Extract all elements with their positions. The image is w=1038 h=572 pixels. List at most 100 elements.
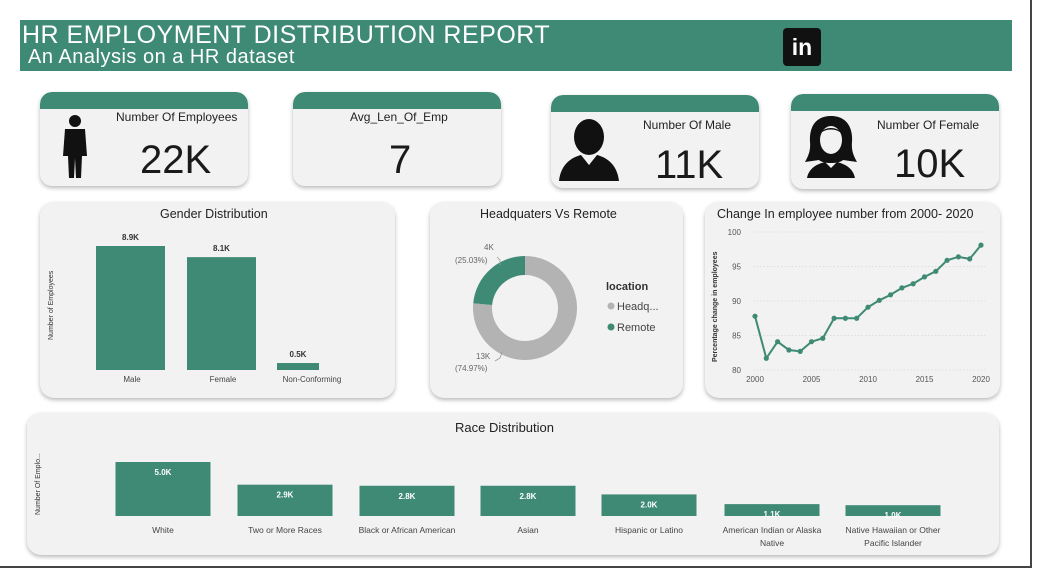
kpi-card-male: Number Of Male 11K (551, 95, 759, 188)
data-label: 8.1K (213, 244, 230, 253)
legend-marker (607, 302, 615, 310)
data-point[interactable] (876, 297, 882, 303)
y-axis-label: Number of Employees (48, 270, 55, 340)
data-point[interactable] (967, 256, 973, 262)
x-tick-label: 2020 (972, 375, 990, 384)
data-point[interactable] (808, 339, 815, 345)
legend-item-headquarters[interactable]: Headq... (617, 301, 659, 313)
data-point[interactable] (910, 281, 916, 287)
kpi-value: 11K (655, 143, 724, 187)
data-label: 2.8K (520, 492, 537, 501)
x-tick-label: 2015 (916, 375, 934, 384)
data-point[interactable] (955, 254, 961, 260)
data-label: 5.0K (155, 468, 172, 477)
data-point[interactable] (842, 315, 848, 321)
employee-trend-line-chart: Percentage change in employees 80 85 90 95 1… (712, 228, 990, 384)
data-point[interactable] (752, 313, 758, 319)
card-accent-bar (293, 92, 501, 109)
person-standing-icon (63, 115, 87, 178)
card-accent-bar (551, 95, 759, 112)
kpi-value: 10K (894, 142, 966, 186)
kpi-label: Avg_Len_Of_Emp (350, 110, 448, 124)
category-label: American Indian or Alaska (723, 525, 822, 535)
x-tick-label: 2005 (803, 375, 821, 384)
y-tick-label: 85 (732, 332, 741, 341)
data-label: 1.0K (885, 511, 902, 520)
data-label: 1.1K (764, 510, 781, 519)
data-point[interactable] (888, 292, 894, 298)
hq-remote-donut-chart: 4K (25.03%) 13K (74.97%) location Headq.… (455, 243, 659, 373)
y-tick-label: 100 (728, 228, 742, 237)
hq-value-label: 13K (476, 352, 491, 361)
kpi-label: Number Of Employees (116, 110, 238, 124)
report-subtitle: An Analysis on a HR dataset (28, 46, 295, 68)
kpi-value: 22K (140, 138, 212, 182)
category-label: Asian (517, 525, 539, 535)
gender-bar-chart: Number of Employees 8.9K Male 8.1K Female 0.… (48, 233, 342, 384)
bar[interactable] (237, 484, 333, 516)
category-label: Non-Conforming (283, 375, 342, 384)
y-tick-label: 95 (732, 263, 741, 272)
linkedin-icon[interactable]: in (783, 28, 821, 66)
data-label: 8.9K (122, 233, 139, 242)
data-label: 0.5K (290, 350, 307, 359)
hq-vs-remote-panel: Headquaters Vs Remote 4K (25.03%) 13K (7… (430, 202, 683, 398)
data-label: 2.0K (641, 500, 658, 509)
x-tick-label: 2000 (746, 375, 764, 384)
female-avatar-icon (805, 116, 857, 178)
category-label: Female (210, 375, 237, 384)
legend-item-remote[interactable]: Remote (617, 322, 656, 334)
category-label: Pacific Islander (864, 538, 922, 548)
bar[interactable] (359, 485, 455, 516)
kpi-card-employees: Number Of Employees 22K (40, 92, 248, 186)
data-point[interactable] (797, 348, 803, 354)
bar[interactable] (96, 246, 165, 370)
y-tick-label: 90 (732, 297, 741, 306)
data-point[interactable] (921, 274, 928, 280)
report-header: HR EMPLOYMENT DISTRIBUTION REPORT An Ana… (20, 20, 1012, 71)
category-label: White (152, 525, 174, 535)
data-point[interactable] (786, 347, 792, 353)
hq-percent-label: (74.97%) (455, 364, 488, 373)
race-distribution-panel: Race Distribution Number Of Emplo... 5.0… (27, 413, 999, 555)
remote-percent-label: (25.03%) (455, 256, 488, 265)
category-label: Two or More Races (248, 525, 322, 535)
data-point[interactable] (899, 285, 905, 291)
x-tick-label: 2010 (859, 375, 877, 384)
card-accent-bar (791, 94, 999, 111)
data-label: 2.9K (277, 491, 294, 500)
remote-value-label: 4K (484, 243, 494, 252)
bar[interactable] (277, 363, 319, 370)
kpi-card-female: Number Of Female 10K (791, 94, 999, 189)
legend-marker (607, 323, 615, 331)
data-point[interactable] (820, 335, 826, 341)
data-point[interactable] (933, 268, 939, 274)
kpi-value: 7 (389, 138, 412, 182)
category-label: Native Hawaiian or Other (846, 525, 941, 535)
data-point[interactable] (944, 257, 950, 263)
bar[interactable] (480, 485, 576, 516)
legend-title: location (606, 281, 648, 293)
race-bar-chart: Number Of Emplo... 5.0K White 2.9K Two or M… (35, 453, 941, 548)
employee-trend-panel: Change In employee number from 2000- 202… (705, 202, 1000, 398)
gender-distribution-panel: Gender Distribution Number of Employees … (40, 202, 395, 398)
data-point[interactable] (775, 339, 781, 345)
male-avatar-icon (559, 119, 619, 181)
data-point[interactable] (978, 242, 984, 248)
y-tick-label: 80 (732, 366, 741, 375)
data-label: 2.8K (399, 492, 416, 501)
category-label: Native (760, 538, 784, 548)
kpi-card-avg-length: Avg_Len_Of_Emp 7 (293, 92, 501, 186)
category-label: Hispanic or Latino (615, 525, 683, 535)
kpi-label: Number Of Female (877, 118, 980, 132)
data-point[interactable] (763, 355, 769, 361)
bar[interactable] (187, 257, 256, 370)
data-point[interactable] (865, 304, 871, 310)
data-point[interactable] (854, 315, 860, 321)
data-point[interactable] (831, 315, 837, 321)
kpi-label: Number Of Male (643, 118, 732, 132)
category-label: Male (123, 375, 141, 384)
y-axis-label: Number Of Emplo... (35, 453, 42, 515)
category-label: Black or African American (359, 525, 456, 535)
y-axis-label: Percentage change in employees (712, 251, 719, 362)
